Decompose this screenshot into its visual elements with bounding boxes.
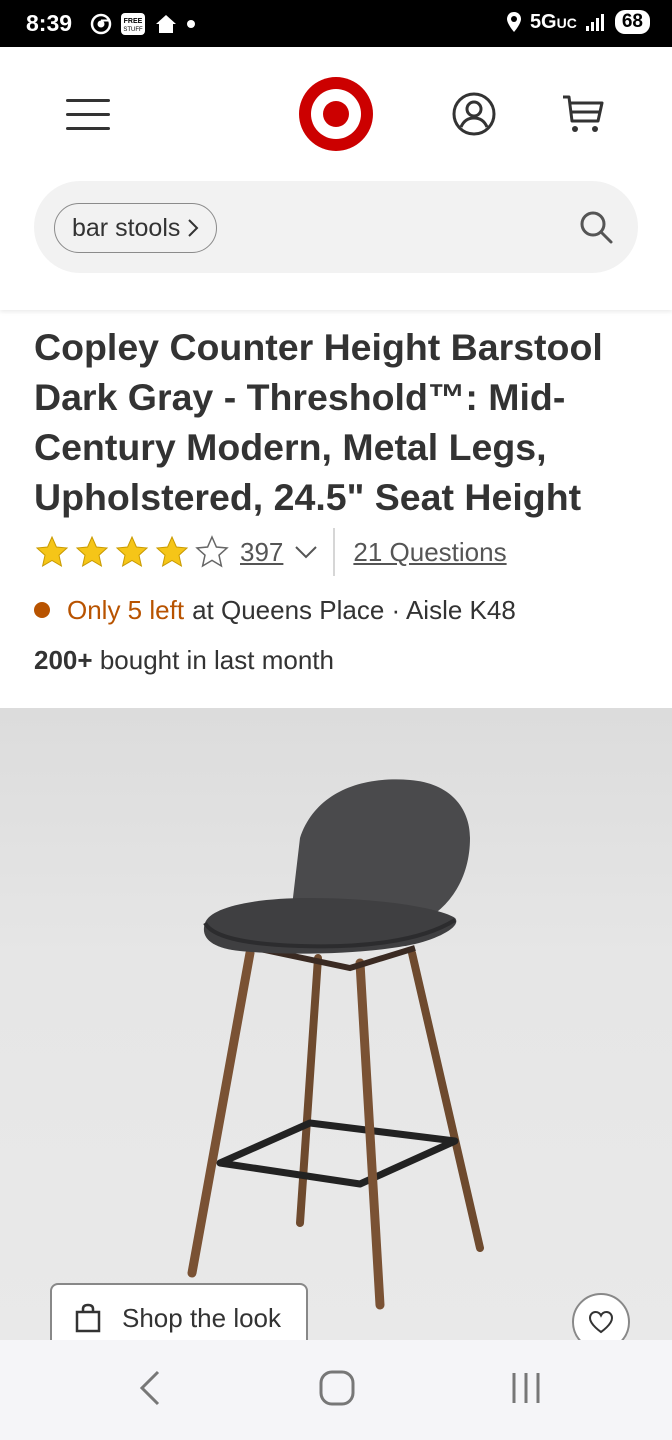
status-bar: 8:39 FREE STUFF 5GUC 68 bbox=[0, 0, 672, 47]
product-image[interactable]: Shop the look bbox=[0, 708, 672, 1340]
star-rating[interactable] bbox=[34, 534, 230, 570]
recents-icon[interactable] bbox=[506, 1368, 546, 1408]
status-time: 8:39 bbox=[26, 10, 73, 36]
star-filled-icon bbox=[115, 535, 149, 568]
network-type: 5GUC bbox=[529, 10, 577, 33]
dot-icon bbox=[187, 20, 195, 28]
product-title: Copley Counter Height Barstool Dark Gray… bbox=[34, 326, 603, 518]
star-filled-icon bbox=[155, 535, 189, 568]
stock-low-label: Only 5 left bbox=[67, 594, 185, 625]
battery-indicator: 68 bbox=[614, 10, 650, 34]
shop-the-look-button[interactable]: Shop the look bbox=[50, 1283, 308, 1340]
target-logo[interactable] bbox=[298, 76, 374, 152]
signal-icon bbox=[585, 14, 604, 31]
chrome-icon bbox=[90, 13, 112, 35]
rating-divider bbox=[333, 528, 336, 576]
home-icon[interactable] bbox=[318, 1368, 356, 1408]
stock-status-dot bbox=[34, 602, 50, 618]
star-empty-icon bbox=[195, 535, 229, 568]
barstool-image bbox=[187, 779, 484, 1310]
shop-the-look-label: Shop the look bbox=[122, 1302, 282, 1333]
svg-text:FREE: FREE bbox=[124, 18, 143, 25]
review-count-link[interactable]: 397 bbox=[240, 537, 283, 568]
location-icon bbox=[506, 12, 521, 32]
bought-in-last-month: 200+ bought in last month bbox=[34, 645, 334, 676]
search-icon[interactable] bbox=[578, 209, 614, 245]
shopping-bag-icon bbox=[75, 1303, 101, 1333]
search-bar[interactable]: bar stools bbox=[34, 181, 638, 273]
chevron-down-icon[interactable] bbox=[293, 539, 319, 565]
home-notification-icon bbox=[156, 15, 176, 33]
store-stock-info[interactable]: Only 5 left at Queens Place · Aisle K48 bbox=[34, 592, 516, 628]
star-filled-icon bbox=[35, 535, 69, 568]
account-icon[interactable] bbox=[451, 91, 497, 137]
star-filled-icon bbox=[75, 535, 109, 568]
chevron-right-icon bbox=[188, 219, 199, 237]
free-stuff-icon: FREE STUFF bbox=[121, 13, 145, 35]
questions-link[interactable]: 21 Questions bbox=[353, 537, 506, 568]
back-icon[interactable] bbox=[134, 1368, 166, 1408]
svg-text:STUFF: STUFF bbox=[123, 27, 143, 33]
bought-label: bought in last month bbox=[99, 645, 334, 675]
status-right: 5GUC 68 bbox=[506, 10, 650, 34]
app-header: bar stools bbox=[0, 47, 672, 310]
bought-count: 200+ bbox=[34, 645, 93, 675]
stock-location-label: at Queens Place · Aisle K48 bbox=[192, 594, 516, 625]
rating-row: 397 21 Questions bbox=[34, 528, 507, 576]
hamburger-menu-icon[interactable] bbox=[66, 97, 110, 131]
cart-icon[interactable] bbox=[560, 91, 606, 137]
search-term-chip[interactable]: bar stools bbox=[54, 203, 218, 253]
heart-icon bbox=[588, 1310, 614, 1334]
status-notification-icons: FREE STUFF bbox=[90, 12, 196, 36]
system-nav-bar bbox=[0, 1340, 672, 1440]
search-chip-label: bar stools bbox=[72, 213, 181, 242]
